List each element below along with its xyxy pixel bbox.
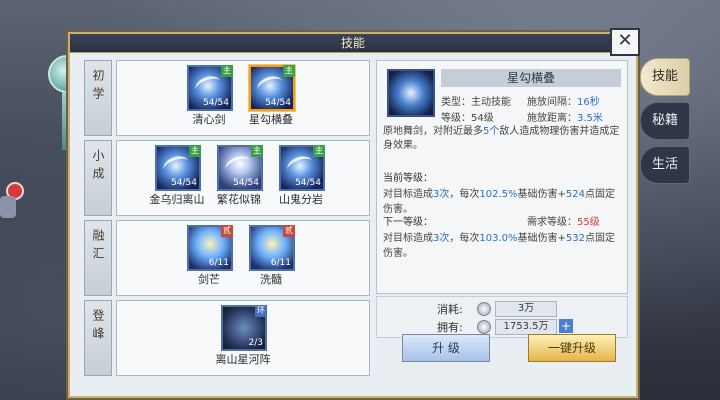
skill-slot[interactable]: 贰 6/11 洗髓 [241,225,301,291]
sword-skill-icon[interactable]: 主 54/54 [279,145,325,191]
skill-name: 剑芒 [198,273,220,286]
close-button[interactable]: ✕ [610,28,640,56]
tab-life[interactable]: 生活 [640,146,690,184]
skill-badge: 贰 [221,225,233,237]
next-level-requirement: 需求等级：55级 [527,217,600,228]
cost-panel: 消耗: 3万 拥有: 1753.5万 + [376,296,628,338]
type-row: 类型：主动技能 [441,97,511,108]
next-level-effect: 对目标造成3次，每次103.0%基础伤害+532点固定伤害。 [383,233,615,259]
skill-badge: 主 [283,65,295,77]
own-label: 拥有: [437,321,463,334]
meditation-skill-icon[interactable]: 贰 6/11 [249,225,295,271]
selected-skill-icon [387,69,435,117]
skill-name: 清心剑 [192,113,226,126]
skill-slot[interactable]: 贰 6/11 剑芒 [179,225,239,291]
window-title: 技能 [340,36,365,50]
tier-tab: 初学 [84,60,112,136]
coin-icon [477,320,491,334]
consume-value: 3万 [495,301,557,317]
tier-tab: 登峰 [84,300,112,376]
formation-skill-icon[interactable]: 环 2/3 [221,305,267,351]
tab-skills[interactable]: 技能 [640,58,690,96]
tier-label: 初学 [91,69,105,105]
sword-skill-icon[interactable]: 贰 6/11 [187,225,233,271]
skill-level: 54/54 [203,98,229,108]
skill-level: 6/11 [208,258,229,268]
title-bar: 技能 [70,34,636,53]
skill-slot[interactable]: 主 54/54 繁花似锦 [209,145,269,211]
interval-row: 施放间隔：16秒 [527,97,600,108]
skill-level: 54/54 [233,178,259,188]
skill-slot-selected[interactable]: 主 54/54 星勾横叠 [241,65,301,131]
skill-level: 6/11 [270,258,291,268]
sword-skill-icon[interactable]: 主 54/54 [249,65,295,111]
tier-panel: 主 54/54 清心剑 主 54/54 星勾横叠 [116,60,370,136]
sword-skill-icon[interactable]: 主 54/54 [217,145,263,191]
skill-badge: 主 [189,145,201,157]
skill-slot[interactable]: 环 2/3 离山星河阵 [213,305,273,371]
skill-badge: 主 [313,145,325,157]
skill-title: 星勾横叠 [441,69,621,87]
skill-badge: 主 [221,65,233,77]
skill-slot[interactable]: 主 54/54 山鬼分岩 [271,145,331,211]
upgrade-button[interactable]: 升 级 [402,334,490,362]
sword-skill-icon[interactable]: 主 54/54 [155,145,201,191]
skill-badge: 贰 [283,225,295,237]
add-currency-button[interactable]: + [559,319,573,333]
skill-detail-panel: 星勾横叠 类型：主动技能 施放间隔：16秒 等级：54级 施放距离：3.5米 原… [376,60,628,294]
skill-name: 离山星河阵 [215,353,271,366]
current-level-effect: 对目标造成3次，每次102.5%基础伤害+524点固定伤害。 [383,189,615,215]
tier-row: 融汇 贰 6/11 剑芒 贰 6/11 洗髓 [84,220,370,296]
sword-skill-icon[interactable]: 主 54/54 [187,65,233,111]
skill-badge: 环 [255,305,267,317]
skill-window: 技能 ✕ 初学 主 54/54 清心剑 主 54/54 星勾横叠 小成 主 54… [68,28,640,398]
skill-name: 金乌归离山 [149,193,205,206]
tier-tab: 融汇 [84,220,112,296]
tier-label: 融汇 [91,229,105,265]
skill-slot[interactable]: 主 54/54 金乌归离山 [147,145,207,211]
skill-level: 54/54 [171,178,197,188]
tier-label: 小成 [91,149,105,185]
tab-secret-manual[interactable]: 秘籍 [640,102,690,140]
skill-level: 2/3 [248,338,263,348]
tier-row: 小成 主 54/54 金乌归离山 主 54/54 繁花似锦 主 54/54 山鬼… [84,140,370,216]
skill-level: 54/54 [265,98,291,108]
consume-label: 消耗: [437,303,463,316]
skill-name: 洗髓 [260,273,282,286]
skill-level: 54/54 [295,178,321,188]
distance-row: 施放距离：3.5米 [527,113,603,124]
skill-slot[interactable]: 主 54/54 清心剑 [179,65,239,131]
coin-icon [477,302,491,316]
tier-label: 登峰 [91,309,105,345]
tier-row: 登峰 环 2/3 离山星河阵 [84,300,370,376]
skill-description: 原地舞剑，对附近最多5个敌人造成物理伤害并造成定身效果。 [383,126,620,151]
character-portrait[interactable] [0,196,16,218]
current-level-title: 当前等级： [383,173,433,184]
skill-name: 繁花似锦 [217,193,261,206]
one-click-upgrade-button[interactable]: 一键升级 [528,334,616,362]
tier-tab: 小成 [84,140,112,216]
skill-name: 山鬼分岩 [279,193,323,206]
tier-panel: 主 54/54 金乌归离山 主 54/54 繁花似锦 主 54/54 山鬼分岩 [116,140,370,216]
tier-panel: 贰 6/11 剑芒 贰 6/11 洗髓 [116,220,370,296]
skill-name: 星勾横叠 [249,113,293,126]
skill-badge: 主 [251,145,263,157]
own-value: 1753.5万 [495,319,557,335]
level-row: 等级：54级 [441,113,494,124]
tier-panel: 环 2/3 离山星河阵 [116,300,370,376]
tier-row: 初学 主 54/54 清心剑 主 54/54 星勾横叠 [84,60,370,136]
next-level-title: 下一等级： [383,217,433,228]
skill-tiers: 初学 主 54/54 清心剑 主 54/54 星勾横叠 小成 主 54/54 金… [84,60,370,382]
